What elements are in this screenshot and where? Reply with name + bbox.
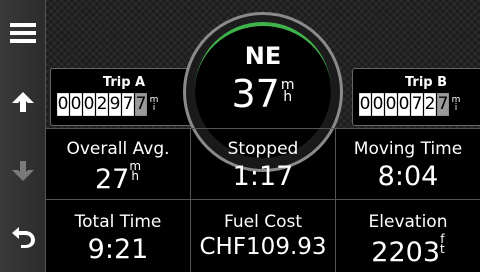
odometer-digit: 0 <box>83 93 95 116</box>
field-label: Overall Avg. <box>66 139 170 159</box>
field-value: 2203f t <box>336 233 480 268</box>
scroll-down-button[interactable] <box>0 151 45 191</box>
odometer-digit: 0 <box>372 93 384 116</box>
trip-a-digits: 0 0 0 2 9 7 7 m i <box>57 93 160 119</box>
field-value: 9:21 <box>87 234 149 265</box>
odometer-digit: 2 <box>96 93 108 116</box>
trip-b-unit: m i <box>450 93 462 119</box>
trip-computer: Trip A 0 0 0 2 9 7 7 m i Trip B 0 0 0 0 … <box>46 0 480 272</box>
menu-button[interactable] <box>0 13 45 53</box>
trip-b-label: Trip B <box>404 75 448 90</box>
odometer-digit: 2 <box>424 93 436 116</box>
odometer-digit: 7 <box>437 93 449 116</box>
speed-value: 37 <box>231 72 280 116</box>
field-label: Total Time <box>74 212 162 232</box>
field-value: CHF109.93 <box>199 234 327 260</box>
compass-heading: NE <box>244 42 282 70</box>
unit-bottom: i <box>152 103 156 113</box>
field-fuel-cost[interactable]: Fuel Cost CHF109.93 <box>191 212 335 260</box>
field-elevation[interactable]: Elevation 2203f t <box>336 212 480 268</box>
trip-a-odometer[interactable]: Trip A 0 0 0 2 9 7 7 m i <box>50 68 198 126</box>
unit-bottom: i <box>454 103 458 113</box>
menu-icon <box>9 23 36 43</box>
field-label: Elevation <box>368 212 448 232</box>
unit-bottom: h <box>131 169 139 183</box>
field-label: Fuel Cost <box>223 212 302 232</box>
odometer-digit: 0 <box>70 93 82 116</box>
speed-unit: mh <box>281 78 295 105</box>
divider <box>46 199 480 200</box>
back-icon <box>11 227 35 248</box>
odometer-digit: 0 <box>398 93 410 116</box>
trip-b-odometer[interactable]: Trip B 0 0 0 0 7 2 7 m i <box>352 68 480 126</box>
field-moving-time[interactable]: Moving Time 8:04 <box>336 139 480 192</box>
odometer-digit: 0 <box>385 93 397 116</box>
field-value: 8:04 <box>377 161 439 192</box>
value-unit: ft <box>440 233 445 256</box>
field-label: Stopped <box>227 139 299 159</box>
odometer-digit: 7 <box>411 93 423 116</box>
unit-bottom: h <box>283 89 293 105</box>
trip-a-unit: m i <box>148 93 160 119</box>
value-unit: mh <box>129 160 141 183</box>
field-overall-avg[interactable]: Overall Avg. 27m h <box>46 139 190 195</box>
value-number: 27 <box>94 164 130 195</box>
trip-b-digits: 0 0 0 0 7 2 7 m i <box>359 93 462 119</box>
unit-bottom: t <box>440 242 445 256</box>
field-total-time[interactable]: Total Time 9:21 <box>46 212 190 265</box>
odometer-digit: 9 <box>109 93 121 116</box>
scroll-up-button[interactable] <box>0 82 45 122</box>
sidebar <box>0 0 46 272</box>
odometer-digit: 0 <box>359 93 371 116</box>
odometer-digit: 7 <box>122 93 134 116</box>
field-value: 1:17 <box>232 161 294 192</box>
field-stopped[interactable]: Stopped 1:17 <box>191 139 335 192</box>
trip-a-label: Trip A <box>102 75 146 90</box>
field-label: Moving Time <box>353 139 463 159</box>
divider <box>46 128 480 129</box>
odometer-digit: 0 <box>57 93 69 116</box>
field-value: 27m h <box>46 160 190 195</box>
odometer-digit: 7 <box>135 93 147 116</box>
value-number: 2203 <box>371 237 440 268</box>
arrow-down-icon <box>11 161 34 181</box>
arrow-up-icon <box>11 92 34 112</box>
back-button[interactable] <box>0 216 45 256</box>
speed-readout: 37m h <box>183 72 343 116</box>
